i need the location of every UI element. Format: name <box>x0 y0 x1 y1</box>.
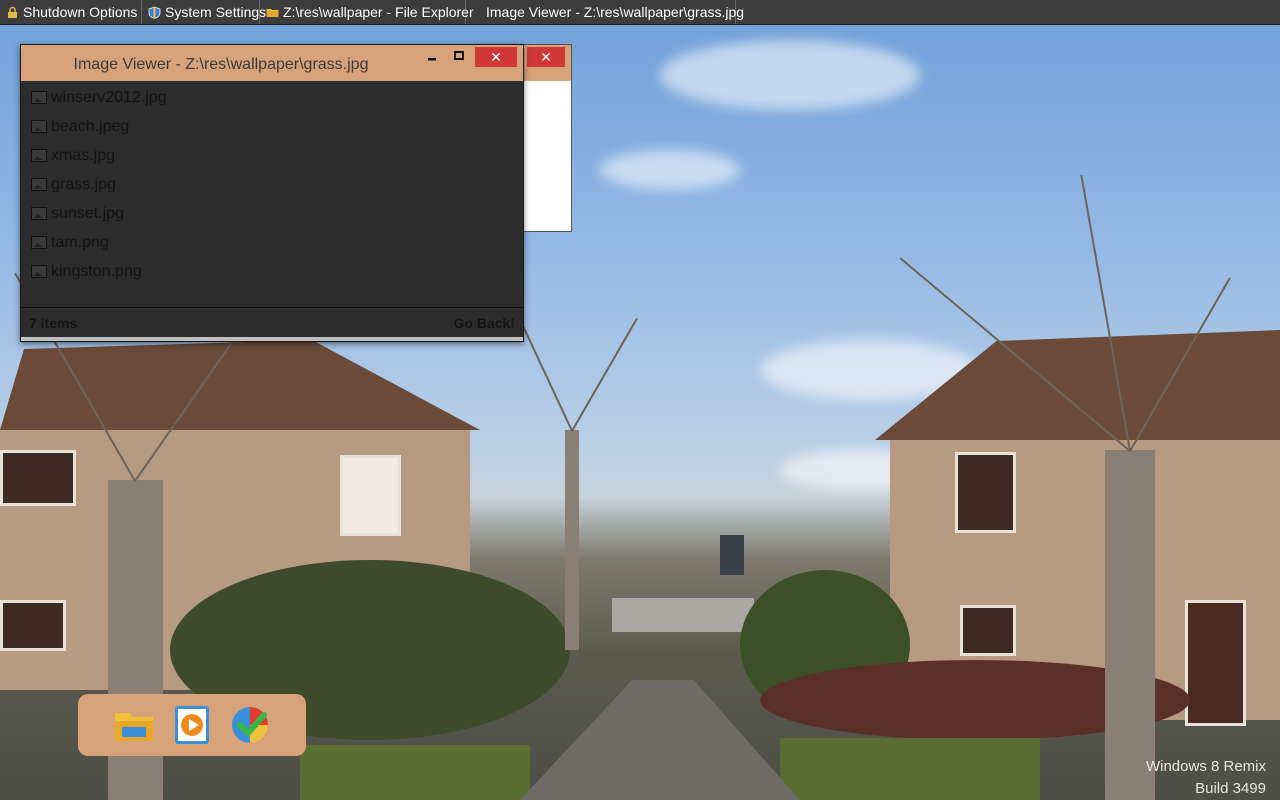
wallpaper-window <box>0 450 76 506</box>
wallpaper-tree-trunk <box>1105 450 1155 800</box>
wallpaper-tree-trunk <box>565 430 579 650</box>
image-file-icon <box>31 236 47 249</box>
go-back-button[interactable]: Go Back! <box>454 315 515 331</box>
folder-icon[interactable] <box>112 703 156 747</box>
dock <box>78 694 306 756</box>
close-icon: ✕ <box>540 49 552 65</box>
file-list-item[interactable]: winserv2012.jpg <box>21 83 523 112</box>
maximize-button[interactable] <box>448 47 470 67</box>
background-window-close-button[interactable]: ✕ <box>527 47 565 67</box>
wallpaper-grass <box>780 738 1040 800</box>
taskbar-item-label: Z:\res\wallpaper - File Explorer <box>283 4 474 20</box>
taskbar-item-file-explorer[interactable]: Z:\res\wallpaper - File Explorer <box>260 0 474 24</box>
minimize-icon <box>427 50 437 64</box>
file-name: winserv2012.jpg <box>51 88 167 106</box>
file-list-item[interactable]: beach.jpeg <box>21 112 523 141</box>
wallpaper-door <box>1185 600 1246 726</box>
taskbar-item-image-viewer[interactable]: Image Viewer - Z:\res\wallpaper\grass.jp… <box>466 0 744 24</box>
wallpaper-window <box>340 455 401 536</box>
window-titlebar[interactable]: Image Viewer - Z:\res\wallpaper\grass.jp… <box>21 45 523 81</box>
taskbar-item-label: Image Viewer - Z:\res\wallpaper\grass.jp… <box>486 4 745 20</box>
wallpaper-grass <box>300 745 530 800</box>
image-viewer-window[interactable]: Image Viewer - Z:\res\wallpaper\grass.jp… <box>20 44 524 342</box>
wallpaper-window <box>0 600 66 651</box>
window-title: Image Viewer - Z:\res\wallpaper\grass.jp… <box>73 56 369 73</box>
minimize-button[interactable] <box>421 47 443 67</box>
file-name: kingston.png <box>51 262 142 280</box>
wallpaper-window <box>960 605 1016 656</box>
file-list-item[interactable]: grass.jpg <box>21 170 523 199</box>
taskbar-item-system-settings[interactable]: System Settings <box>142 0 266 24</box>
file-name: grass.jpg <box>51 175 116 193</box>
wallpaper-branch <box>571 317 638 432</box>
wallpaper-branch <box>516 312 573 432</box>
watermark-line-1: Windows 8 Remix <box>1145 758 1266 775</box>
wallpaper-cloud <box>660 40 920 110</box>
image-file-icon <box>31 207 47 220</box>
wallpaper-cloud <box>600 150 740 190</box>
watermark-line-2: Build 3499 <box>1195 780 1266 797</box>
folder-icon <box>266 6 279 19</box>
image-file-icon <box>31 149 47 162</box>
wallpaper-window <box>955 452 1016 533</box>
wallpaper-path <box>520 680 800 800</box>
file-name: sunset.jpg <box>51 204 124 222</box>
wallpaper-building <box>720 535 744 575</box>
file-list-item[interactable]: xmas.jpg <box>21 141 523 170</box>
file-list: winserv2012.jpg beach.jpeg xmas.jpg gras… <box>21 83 523 286</box>
shield-icon <box>148 6 161 19</box>
image-file-icon <box>31 120 47 133</box>
taskbar-item-label: Shutdown Options <box>23 4 138 20</box>
window-bottom-edge <box>21 337 523 341</box>
item-count: 7 items <box>29 314 78 331</box>
file-name: xmas.jpg <box>51 146 116 164</box>
close-icon: ✕ <box>490 49 502 65</box>
taskbar-item-label: System Settings <box>165 4 267 20</box>
taskbar: Shutdown Options System Settings Z:\res\… <box>0 0 1280 25</box>
globe-icon[interactable] <box>228 703 272 747</box>
lock-icon <box>6 6 19 19</box>
os-watermark: Windows 8 Remix Build 3499 <box>1146 756 1266 800</box>
wallpaper-bridge <box>612 598 754 632</box>
file-list-item[interactable]: tam.png <box>21 228 523 257</box>
file-name: beach.jpeg <box>51 117 130 135</box>
wallpaper-roof-left <box>0 340 480 430</box>
image-file-icon <box>31 91 47 104</box>
taskbar-item-shutdown-options[interactable]: Shutdown Options <box>0 0 142 24</box>
file-list-item[interactable]: kingston.png <box>21 257 523 286</box>
image-file-icon <box>31 178 47 191</box>
status-bar: 7 items Go Back! <box>21 307 523 337</box>
close-button[interactable]: ✕ <box>475 47 517 67</box>
file-list-item[interactable]: sunset.jpg <box>21 199 523 228</box>
image-file-icon <box>31 265 47 278</box>
file-name: tam.png <box>51 233 109 251</box>
maximize-icon <box>454 50 464 64</box>
play-icon[interactable] <box>170 703 214 747</box>
